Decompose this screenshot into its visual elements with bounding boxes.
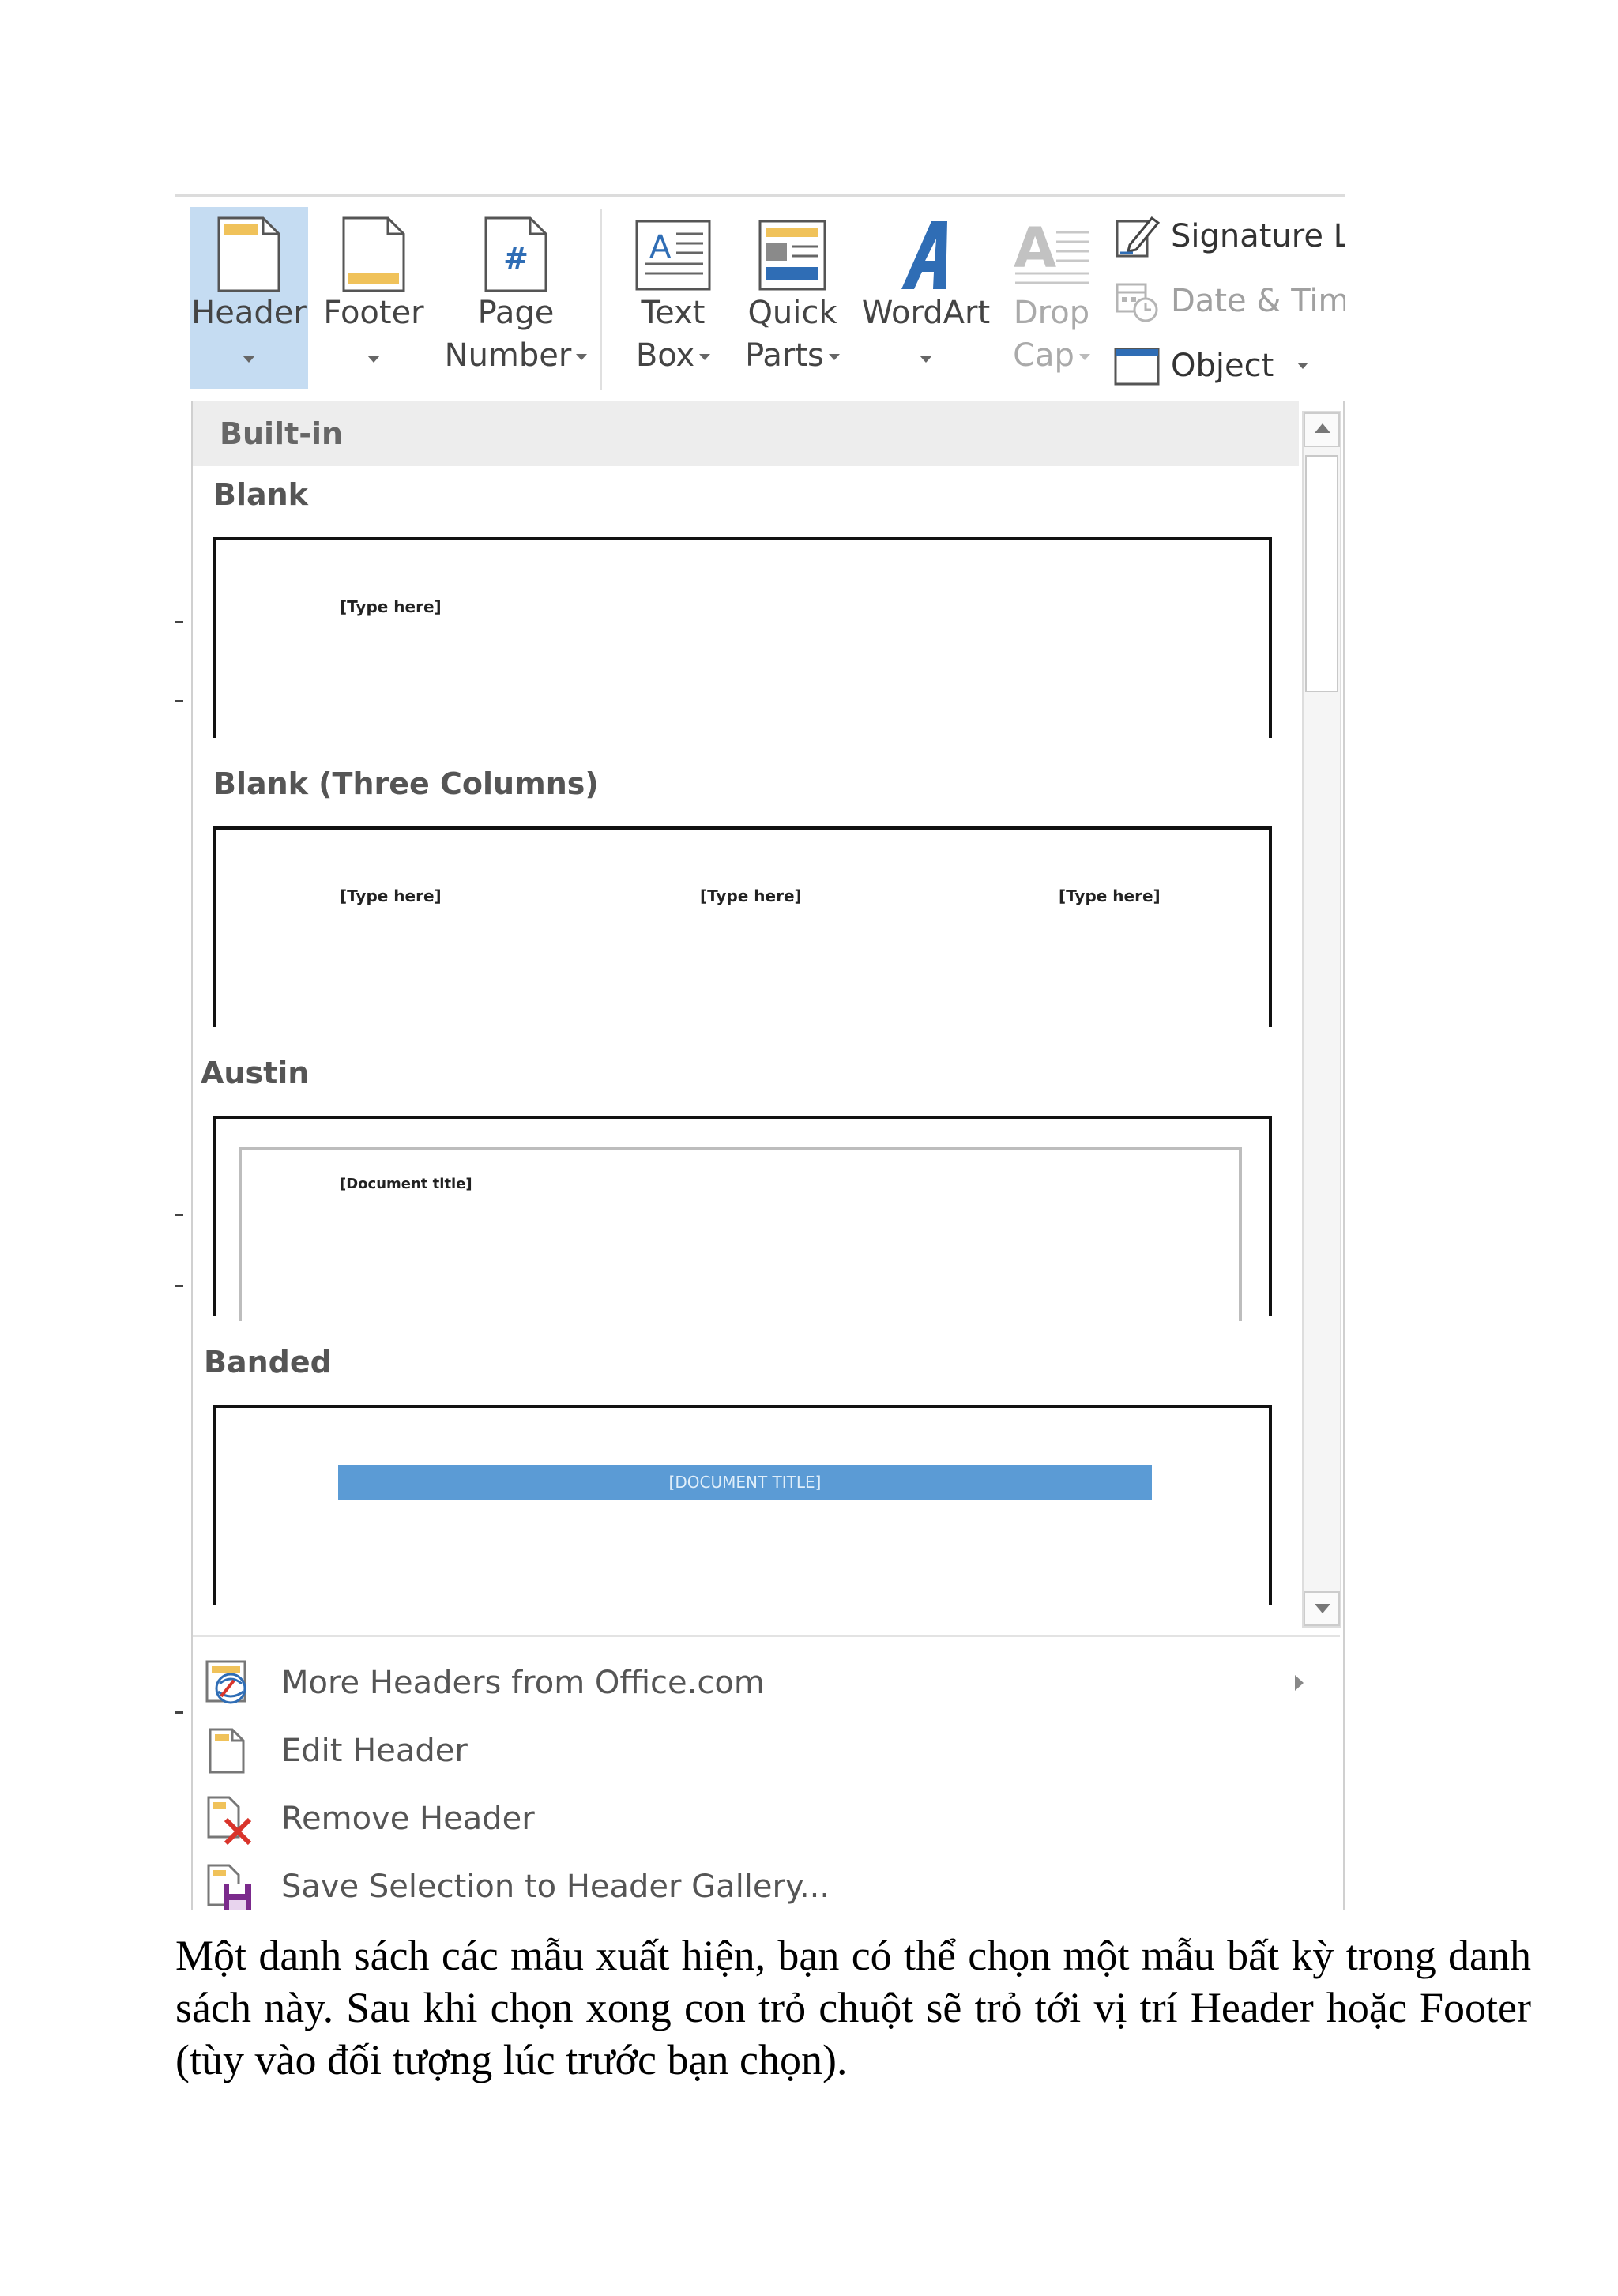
save-selection-label: Save Selection to Header Gallery... <box>281 1869 830 1905</box>
edit-header-label: Edit Header <box>281 1733 468 1769</box>
chevron-down-icon <box>699 354 711 360</box>
drop-cap-button[interactable]: A Drop Cap <box>1005 207 1098 389</box>
text-box-label-2: Box <box>635 337 695 374</box>
object-window-icon <box>1114 343 1160 389</box>
page-number-button[interactable]: # Page Number <box>433 207 599 389</box>
gallery-section-label: Built-in <box>193 401 1299 466</box>
footer-icon <box>341 215 407 302</box>
office-globe-icon <box>202 1657 254 1709</box>
ruler-mark <box>175 1711 183 1714</box>
page-number-label-1: Page <box>477 295 555 331</box>
austin-border-frame <box>239 1147 1242 1321</box>
chevron-down-icon <box>1315 1604 1330 1613</box>
edit-header-menu-item[interactable]: Edit Header <box>202 1719 1324 1782</box>
text-box-label-row: Box <box>619 333 727 378</box>
quick-parts-button[interactable]: Quick Parts <box>733 207 852 389</box>
placeholder-text: [Type here] <box>340 886 442 905</box>
object-label: Object <box>1171 348 1274 384</box>
drop-cap-label-2: Cap <box>1013 337 1074 374</box>
placeholder-text: [Type here] <box>1059 886 1161 905</box>
save-selection-menu-item[interactable]: Save Selection to Header Gallery... <box>202 1855 1324 1910</box>
object-button[interactable]: Object <box>1114 338 1309 393</box>
quick-parts-label-row: Parts <box>733 333 852 378</box>
svg-text:A: A <box>649 229 672 265</box>
banded-title-bar: [DOCUMENT TITLE] <box>338 1465 1152 1500</box>
footer-button[interactable]: Footer <box>314 207 433 389</box>
scroll-thumb[interactable] <box>1305 455 1338 692</box>
chevron-down-icon <box>828 354 840 360</box>
drop-cap-label-1: Drop <box>1013 295 1090 331</box>
chevron-down-icon <box>1078 354 1090 360</box>
header-gallery-dropdown: Built-in Blank [Type here] Blank (Three … <box>191 401 1345 1910</box>
word-screenshot: Header Footer # Page Number A Text Box Q… <box>175 194 1345 1910</box>
ribbon-top-border <box>175 194 1345 197</box>
placeholder-text: [Document title] <box>340 1176 472 1192</box>
ruler-mark <box>175 700 183 702</box>
quick-parts-icon <box>757 215 828 302</box>
more-headers-label: More Headers from Office.com <box>281 1665 765 1701</box>
ribbon-group-separator <box>600 209 602 390</box>
text-box-label-1: Text <box>641 295 706 331</box>
scroll-down-button[interactable] <box>1304 1591 1340 1626</box>
quick-parts-label-1: Quick <box>747 295 837 331</box>
calendar-clock-icon <box>1114 278 1160 324</box>
remove-header-label: Remove Header <box>281 1801 535 1837</box>
gallery-item-austin[interactable]: [Document title] <box>213 1116 1272 1321</box>
chevron-right-icon <box>1295 1675 1304 1691</box>
drop-cap-icon: A <box>1012 215 1091 302</box>
gallery-item-blank[interactable]: [Type here] <box>213 537 1272 738</box>
remove-header-menu-item[interactable]: Remove Header <box>202 1787 1324 1850</box>
ruler-mark <box>175 621 183 623</box>
signature-line-label: Signature Li <box>1171 218 1345 254</box>
placeholder-text: [Type here] <box>700 886 802 905</box>
edit-header-icon <box>202 1725 254 1777</box>
footer-label: Footer <box>323 295 424 331</box>
quick-parts-label-2: Parts <box>745 337 824 374</box>
ruler-mark <box>175 1214 183 1216</box>
header-button[interactable]: Header <box>190 207 308 389</box>
chevron-down-icon <box>576 354 588 360</box>
header-label: Header <box>191 295 307 331</box>
placeholder-text: [Type here] <box>340 597 442 616</box>
page-number-icon: # <box>483 215 549 302</box>
gallery-item-banded[interactable]: [DOCUMENT TITLE] <box>213 1405 1272 1605</box>
svg-text:#: # <box>503 241 529 276</box>
signature-pen-icon <box>1114 213 1161 259</box>
wordart-icon <box>890 215 961 302</box>
menu-divider <box>193 1635 1340 1637</box>
drop-cap-label-row: Cap <box>1005 333 1098 378</box>
ruler-mark <box>175 1285 183 1287</box>
gallery-item-title: Austin <box>201 1056 310 1090</box>
page-number-label-2: Number <box>444 337 572 374</box>
chevron-down-icon <box>1297 363 1309 369</box>
gallery-item-blank-three-columns[interactable]: [Type here] [Type here] [Type here] <box>213 826 1272 1027</box>
date-time-button[interactable]: Date & Tim <box>1114 273 1345 329</box>
caption-paragraph: Một danh sách các mẫu xuất hiện, bạn có … <box>175 1932 1531 2083</box>
chevron-up-icon <box>1315 423 1330 433</box>
text-box-button[interactable]: A Text Box <box>619 207 727 389</box>
date-time-label: Date & Tim <box>1171 283 1345 319</box>
svg-text:A: A <box>1014 216 1056 280</box>
gallery-item-title: Banded <box>204 1345 332 1379</box>
gallery-item-title: Blank (Three Columns) <box>213 766 599 801</box>
chevron-down-icon <box>920 356 932 363</box>
chevron-down-icon <box>367 356 380 363</box>
gallery-item-title: Blank <box>213 477 308 512</box>
remove-header-icon <box>202 1793 254 1846</box>
gallery-scrollbar[interactable] <box>1302 411 1341 1628</box>
scroll-up-button[interactable] <box>1304 412 1340 447</box>
header-icon <box>216 215 282 302</box>
text-box-icon: A <box>634 215 713 302</box>
chevron-down-icon <box>243 356 255 363</box>
page-number-label-row: Number <box>433 333 599 378</box>
more-headers-menu-item[interactable]: More Headers from Office.com <box>202 1651 1324 1714</box>
wordart-label: WordArt <box>861 295 991 331</box>
wordart-button[interactable]: WordArt <box>855 207 997 389</box>
save-to-gallery-icon <box>202 1861 254 1910</box>
signature-line-button[interactable]: Signature Li <box>1114 209 1345 264</box>
